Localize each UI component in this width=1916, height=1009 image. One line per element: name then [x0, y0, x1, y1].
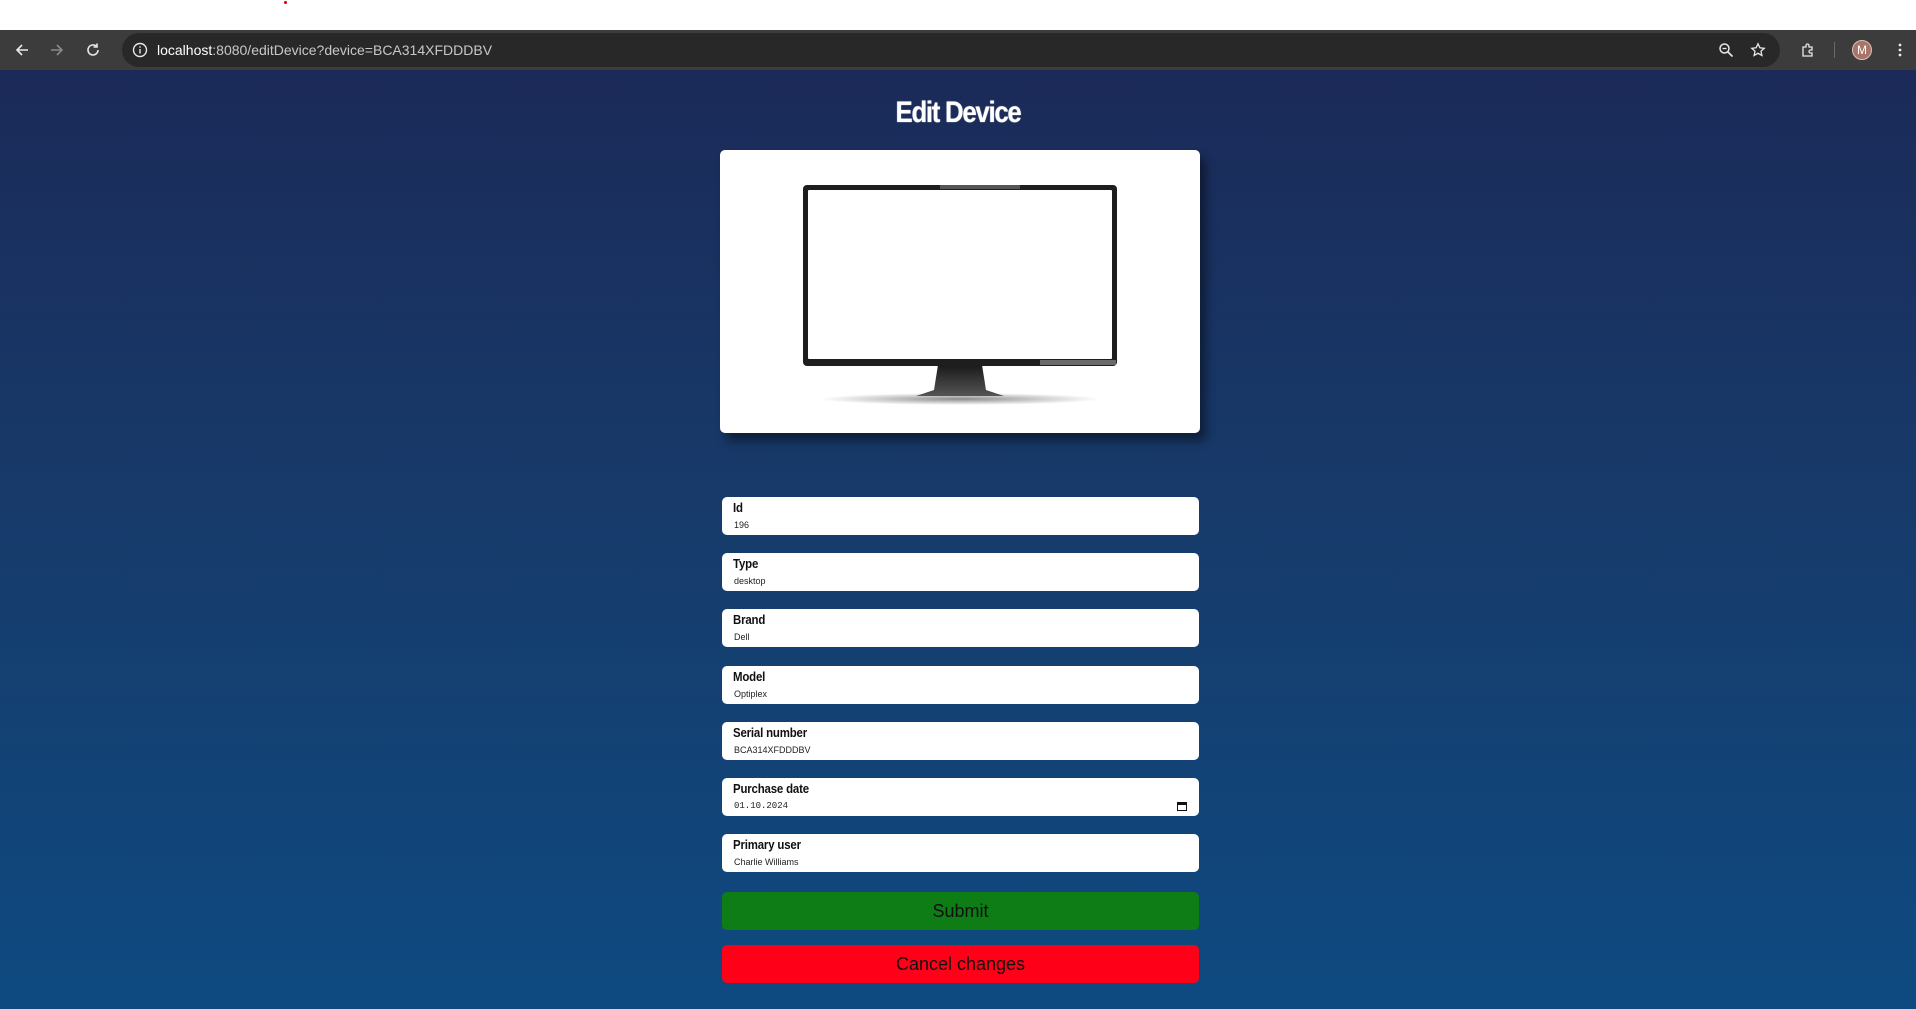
purchase-date-input[interactable]: 01.10.2024 — [734, 801, 1186, 813]
brand-input[interactable]: Dell — [734, 632, 1186, 644]
submit-button[interactable]: Submit — [722, 892, 1199, 930]
primary-user-field: Primary user Charlie Williams — [722, 834, 1199, 872]
purchase-date-label: Purchase date — [733, 781, 809, 796]
reload-button[interactable] — [81, 38, 105, 62]
purchase-date-field: Purchase date 01.10.2024 — [722, 778, 1199, 816]
cancel-changes-button[interactable]: Cancel changes — [722, 945, 1199, 983]
brand-label: Brand — [733, 612, 766, 627]
browser-menu-icon[interactable] — [1888, 38, 1912, 62]
back-button[interactable] — [10, 38, 34, 62]
type-field: Type desktop — [722, 553, 1199, 591]
id-input[interactable]: 196 — [734, 520, 1186, 532]
window-top-strip — [0, 0, 1916, 30]
primary-user-label: Primary user — [733, 837, 801, 852]
site-info-icon[interactable] — [130, 40, 150, 60]
url-host: localhost — [157, 42, 213, 58]
zoom-icon[interactable] — [1714, 38, 1738, 62]
type-input[interactable]: desktop — [734, 576, 1186, 588]
forward-button[interactable] — [45, 38, 69, 62]
model-label: Model — [733, 669, 766, 684]
device-image-card — [720, 150, 1200, 433]
notification-dot — [284, 1, 287, 4]
model-field: Model Optiplex — [722, 666, 1199, 704]
forward-arrow-icon — [51, 44, 64, 56]
page-title: Edit Device — [895, 96, 1022, 129]
type-label: Type — [733, 556, 759, 571]
model-input[interactable]: Optiplex — [734, 689, 1186, 701]
serial-number-input[interactable]: BCA314XFDDDBV — [734, 745, 1186, 757]
address-bar[interactable]: localhost:8080/editDevice?device=BCA314X… — [122, 33, 1780, 67]
extensions-icon[interactable] — [1796, 38, 1820, 62]
serial-number-field: Serial number BCA314XFDDDBV — [722, 722, 1199, 760]
toolbar-separator — [1834, 42, 1835, 58]
browser-toolbar: localhost:8080/editDevice?device=BCA314X… — [0, 30, 1916, 100]
calendar-icon[interactable] — [1177, 801, 1187, 811]
bookmark-star-icon[interactable] — [1746, 38, 1770, 62]
id-label: Id — [733, 500, 743, 515]
serial-number-label: Serial number — [733, 725, 808, 740]
id-field: Id 196 — [722, 497, 1199, 535]
reload-icon — [87, 43, 99, 56]
brand-field: Brand Dell — [722, 609, 1199, 647]
url-path: :8080/editDevice?device=BCA314XFDDDBV — [212, 42, 493, 58]
profile-avatar[interactable]: M — [1852, 40, 1872, 60]
back-arrow-icon — [15, 44, 28, 56]
monitor-icon — [803, 185, 1117, 405]
primary-user-input[interactable]: Charlie Williams — [734, 857, 1186, 869]
url-text[interactable]: localhost:8080/editDevice?device=BCA314X… — [157, 42, 492, 58]
